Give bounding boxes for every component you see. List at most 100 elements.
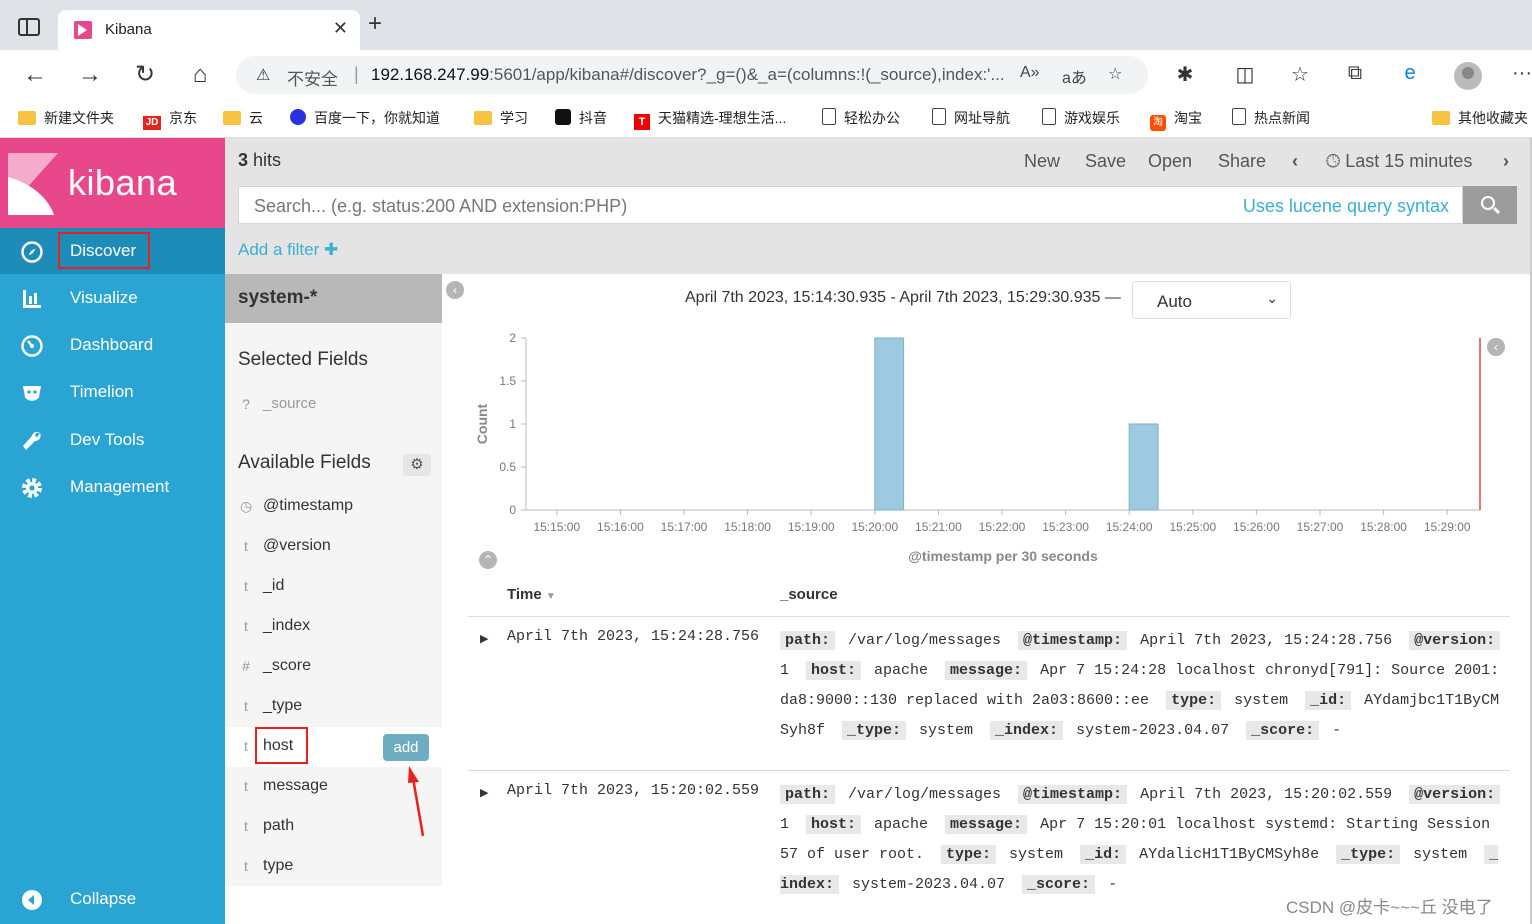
new-tab-icon[interactable]: +: [368, 12, 382, 36]
url-field[interactable]: ⚠ 不安全 | 192.168.247.99:5601/app/kibana#/…: [236, 56, 1148, 94]
collections-icon[interactable]: ⧉: [1342, 62, 1368, 85]
y-tick-label: 1.5: [499, 374, 516, 388]
field-type[interactable]: t type: [225, 847, 442, 887]
nav-dev-tools[interactable]: Dev Tools: [0, 417, 225, 463]
bookmark-item[interactable]: 新建文件夹: [18, 108, 114, 128]
nav-visualize[interactable]: Visualize: [0, 275, 225, 321]
x-tick-label: 15:21:00: [915, 520, 962, 534]
home-icon[interactable]: ⌂: [186, 61, 214, 89]
source-value: -: [1099, 876, 1118, 893]
x-axis-title: @timestamp per 30 seconds: [908, 548, 1098, 564]
share-button[interactable]: Share: [1218, 151, 1266, 172]
expand-row-icon[interactable]: ▶: [480, 786, 488, 799]
search-input[interactable]: Search... (e.g. status:200 AND extension…: [238, 186, 1463, 224]
browser-tabbar: Kibana ✕ +: [0, 0, 1532, 50]
field-type-number: #: [242, 658, 250, 674]
reload-icon[interactable]: ↻: [131, 61, 159, 89]
extensions-icon[interactable]: ✱: [1172, 62, 1198, 87]
collapse-sidebar-button[interactable]: Collapse: [0, 876, 225, 924]
clock-icon: ◷: [240, 498, 253, 514]
selected-field-source[interactable]: ? _source: [225, 385, 442, 425]
edge-icon[interactable]: e: [1397, 62, 1423, 85]
field-timestamp[interactable]: ◷ @timestamp: [225, 487, 442, 527]
chart-nav-icon[interactable]: ‹: [1487, 338, 1505, 356]
collapse-chart-icon[interactable]: ⌃: [479, 551, 497, 569]
expand-row-icon[interactable]: ▶: [480, 632, 488, 645]
bookmark-item[interactable]: 热点新闻: [1232, 108, 1310, 128]
window-menu-icon[interactable]: [18, 18, 40, 36]
bookmark-item[interactable]: T 天猫精选-理想生活...: [634, 108, 786, 130]
interval-select[interactable]: Auto ⌄: [1132, 281, 1291, 319]
add-field-button[interactable]: add: [383, 734, 429, 761]
source-key: host:: [806, 661, 862, 680]
field-type-unknown: ?: [242, 396, 250, 412]
add-filter-link[interactable]: Add a filter ✚: [238, 240, 338, 260]
bookmark-item[interactable]: 游戏娱乐: [1042, 108, 1120, 128]
close-tab-icon[interactable]: ✕: [333, 18, 348, 39]
brand-name: kibana: [68, 162, 178, 203]
save-button[interactable]: Save: [1085, 151, 1126, 172]
more-icon[interactable]: ···: [1509, 62, 1532, 85]
bookmark-item[interactable]: 抖音: [555, 108, 607, 128]
time-back-icon[interactable]: ‹: [1292, 151, 1298, 172]
back-icon[interactable]: ←: [21, 61, 49, 89]
favorites-icon[interactable]: ☆: [1287, 62, 1313, 87]
collapse-fields-icon[interactable]: ‹: [446, 281, 464, 299]
bookmark-item[interactable]: 百度一下，你就知道: [290, 108, 440, 128]
field-version[interactable]: t @version: [225, 527, 442, 567]
col-time-header[interactable]: Time ▼: [507, 586, 556, 603]
histogram-chart: 0 0.5 1 1.5 2 15:15:00 15:16:00 15:17:00 15:18:0…: [442, 324, 1530, 574]
new-button[interactable]: New: [1024, 151, 1060, 172]
lucene-syntax-link[interactable]: Uses lucene query syntax: [1243, 196, 1449, 217]
field-score[interactable]: # _score: [225, 647, 442, 687]
url-separator: |: [354, 64, 359, 84]
index-pattern-header[interactable]: system-*: [225, 274, 442, 323]
source-key: _type:: [1336, 845, 1401, 864]
kibana-brand[interactable]: kibana: [0, 138, 225, 228]
field-name: _index: [263, 617, 311, 634]
field-type-string: t: [244, 858, 248, 874]
x-tick-label: 15:24:00: [1106, 520, 1153, 534]
bookmark-item[interactable]: 网址导航: [932, 108, 1010, 128]
bookmark-item[interactable]: 学习: [474, 108, 528, 128]
y-tick-label: 1: [509, 417, 516, 431]
x-tick-label: 15:19:00: [788, 520, 835, 534]
field-index[interactable]: t _index: [225, 607, 442, 647]
translate-icon[interactable]: aあ: [1062, 64, 1087, 88]
bookmark-item[interactable]: 轻松办公: [822, 108, 900, 128]
bookmark-item[interactable]: 其他收藏夹: [1432, 108, 1528, 128]
bookmark-item[interactable]: 淘淘宝: [1150, 108, 1202, 131]
open-button[interactable]: Open: [1148, 151, 1192, 172]
read-aloud-icon[interactable]: A»: [1020, 64, 1040, 82]
profile-avatar[interactable]: [1454, 62, 1482, 90]
field-name: type: [263, 857, 294, 874]
field-type-underscore[interactable]: t _type: [225, 687, 442, 727]
page-icon: [1042, 108, 1056, 125]
nav-timelion[interactable]: Timelion: [0, 369, 225, 415]
bookmark-item[interactable]: JD 京东: [143, 108, 197, 130]
source-value: /var/log/messages: [839, 632, 1011, 649]
field-type-string: t: [244, 698, 248, 714]
field-settings-gear-icon[interactable]: ⚙: [403, 454, 431, 476]
field-name: _type: [263, 697, 303, 714]
source-value: system-2023.04.07: [1067, 722, 1239, 739]
time-picker[interactable]: 🕓︎ Last 15 minutes: [1326, 151, 1472, 172]
compass-icon: [20, 240, 44, 264]
forward-icon[interactable]: →: [76, 61, 104, 89]
split-screen-icon[interactable]: ◫: [1232, 62, 1258, 87]
nav-management[interactable]: Management: [0, 464, 225, 510]
x-tick-label: 15:23:00: [1042, 520, 1089, 534]
search-row: Search... (e.g. status:200 AND extension…: [225, 184, 1530, 228]
browser-tab-kibana[interactable]: Kibana ✕: [58, 10, 360, 50]
wrench-icon: [20, 429, 44, 453]
add-favorite-icon[interactable]: ☆: [1108, 64, 1122, 84]
search-button[interactable]: [1463, 186, 1517, 224]
bookmark-item[interactable]: 云: [223, 108, 263, 128]
nav-dashboard[interactable]: Dashboard: [0, 322, 225, 368]
time-forward-icon[interactable]: ›: [1503, 151, 1509, 172]
source-value: apache: [865, 662, 938, 679]
field-id[interactable]: t _id: [225, 567, 442, 607]
row-time: April 7th 2023, 15:24:28.756: [507, 628, 760, 645]
source-key: @version:: [1409, 631, 1501, 650]
nav-label: Visualize: [70, 288, 138, 307]
